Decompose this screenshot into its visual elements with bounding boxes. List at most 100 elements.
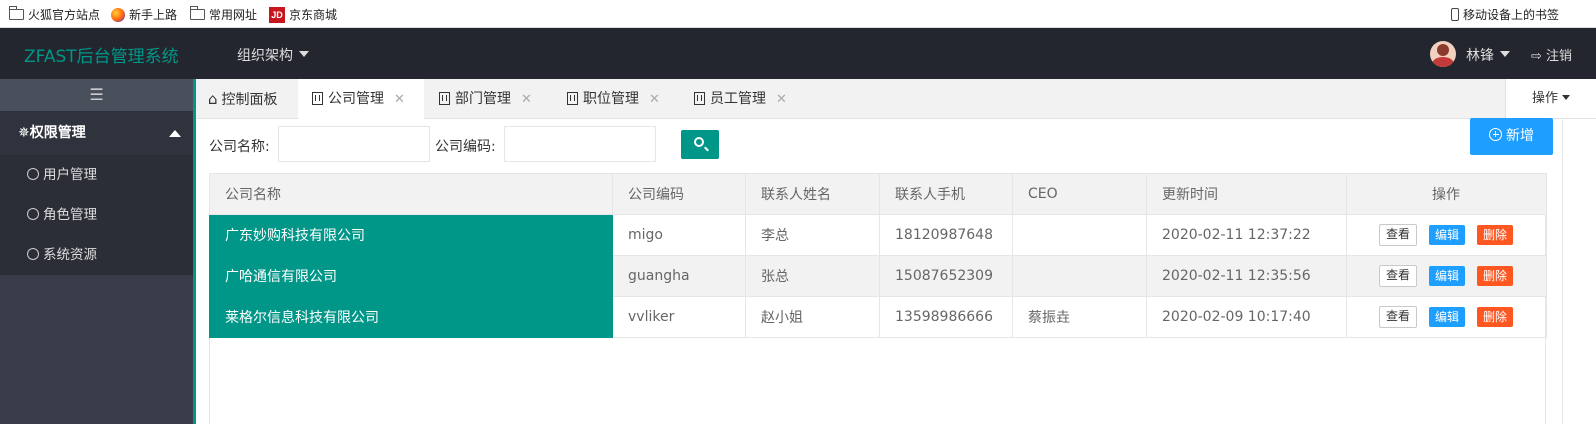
mobile-bookmarks[interactable]: 移动设备上的书签	[1451, 6, 1559, 23]
firefox-icon	[111, 7, 125, 22]
scrollbar[interactable]	[1562, 118, 1596, 424]
company-name-input[interactable]	[278, 126, 430, 162]
menu-toggle-icon[interactable]: ☰	[0, 79, 193, 111]
delete-button[interactable]: 删除	[1477, 225, 1514, 245]
view-button[interactable]: 查看	[1378, 265, 1417, 287]
company-code-input[interactable]	[504, 126, 656, 162]
company-name-label: 公司名称:	[209, 139, 270, 155]
tab-dashboard[interactable]: ⌂ 控制面板	[208, 79, 302, 119]
org-menu[interactable]: 组织架构	[237, 45, 309, 65]
company-name-cell: 莱格尔信息科技有限公司	[209, 296, 613, 338]
updated-time-cell: 2020-02-09 10:17:40	[1146, 296, 1347, 338]
bookmark-label: 常用网址	[209, 8, 258, 22]
contact-name-cell: 赵小姐	[745, 296, 880, 338]
folder-icon	[8, 6, 24, 20]
close-icon[interactable]: ✕	[521, 92, 532, 107]
tab-label: 部门管理	[455, 91, 511, 107]
column-header[interactable]: 联系人手机	[879, 173, 1013, 215]
chevron-up-icon	[169, 130, 181, 137]
company-code-cell: vvliker	[612, 296, 746, 338]
sidebar-submenu: 用户管理 角色管理 系统资源	[0, 155, 193, 275]
company-name-cell: 广哈通信有限公司	[209, 255, 613, 297]
user-name: 林锋	[1466, 48, 1494, 64]
ceo-cell	[1012, 214, 1147, 256]
company-code-cell: guangha	[612, 255, 746, 297]
contact-phone-cell: 18120987648	[879, 214, 1013, 256]
sidebar-item-label: 角色管理	[43, 207, 97, 223]
delete-button[interactable]: 删除	[1477, 266, 1514, 286]
smile-icon	[27, 248, 39, 260]
tab-label: 控制面板	[221, 92, 278, 108]
sidebar: ☰ ✵权限管理 用户管理 角色管理 系统资源	[0, 79, 196, 424]
bookmark-firefox-official[interactable]: 火狐官方站点	[8, 6, 101, 23]
table-row[interactable]: 广东妙购科技有限公司 migo 李总 18120987648 2020-02-1…	[209, 214, 1547, 256]
search-button[interactable]	[681, 130, 719, 159]
smile-icon	[27, 208, 39, 220]
contact-phone-cell: 13598986666	[879, 296, 1013, 338]
edit-button[interactable]: 编辑	[1428, 266, 1465, 286]
smile-icon	[27, 168, 39, 180]
ceo-cell	[1012, 255, 1147, 297]
tab-bar: ⌂ 控制面板 公司管理 ✕ 部门管理 ✕ 职位管理 ✕ 员工管理 ✕ 操作	[196, 79, 1596, 119]
user-menu[interactable]: 林锋	[1466, 45, 1510, 65]
column-header[interactable]: CEO	[1012, 173, 1147, 215]
bookmark-label: 火狐官方站点	[28, 8, 101, 22]
avatar[interactable]	[1430, 41, 1456, 67]
contact-name-cell: 李总	[745, 214, 880, 256]
tab-employee[interactable]: 员工管理 ✕	[694, 79, 787, 119]
tab-operations-menu[interactable]: 操作	[1505, 79, 1596, 118]
tab-label: 职位管理	[583, 91, 639, 107]
edit-button[interactable]: 编辑	[1428, 225, 1465, 245]
table-row[interactable]: 莱格尔信息科技有限公司 vvliker 赵小姐 13598986666 蔡振垚 …	[209, 296, 1547, 338]
chevron-down-icon	[299, 51, 309, 57]
search-icon	[694, 137, 704, 147]
building-icon	[312, 92, 323, 105]
tab-label: 公司管理	[328, 91, 384, 107]
add-button-label: 新增	[1506, 128, 1534, 144]
tab-company[interactable]: 公司管理 ✕	[298, 79, 424, 119]
app-logo[interactable]: ZFAST后台管理系统	[24, 42, 179, 67]
building-icon	[439, 92, 450, 105]
logout-button[interactable]: ⇨ 注销	[1531, 45, 1572, 64]
view-button[interactable]: 查看	[1378, 306, 1417, 328]
org-menu-label: 组织架构	[237, 48, 293, 64]
column-header[interactable]: 公司编码	[612, 173, 746, 215]
close-icon[interactable]: ✕	[649, 92, 660, 107]
company-code-label: 公司编码:	[435, 139, 496, 155]
bookmark-label: 京东商城	[289, 8, 338, 22]
table-row[interactable]: 广哈通信有限公司 guangha 张总 15087652309 2020-02-…	[209, 255, 1547, 297]
sidebar-item-roles[interactable]: 角色管理	[0, 195, 193, 235]
column-header[interactable]: 公司名称	[209, 173, 613, 215]
sidebar-item-users[interactable]: 用户管理	[0, 155, 193, 195]
actions-cell: 查看 编辑 删除	[1346, 255, 1547, 297]
column-header[interactable]: 联系人姓名	[745, 173, 880, 215]
bookmark-common-sites[interactable]: 常用网址	[189, 6, 258, 23]
bookmarks-bar: 火狐官方站点 新手上路 常用网址 JD 京东商城 移动设备上的书签	[0, 0, 1596, 28]
add-button[interactable]: 新增	[1470, 118, 1553, 155]
delete-button[interactable]: 删除	[1477, 307, 1514, 327]
column-header[interactable]: 更新时间	[1146, 173, 1347, 215]
close-icon[interactable]: ✕	[776, 92, 787, 107]
tab-department[interactable]: 部门管理 ✕	[439, 79, 532, 119]
contact-phone-cell: 15087652309	[879, 255, 1013, 297]
company-name-cell: 广东妙购科技有限公司	[209, 214, 613, 256]
tab-position[interactable]: 职位管理 ✕	[567, 79, 660, 119]
updated-time-cell: 2020-02-11 12:37:22	[1146, 214, 1347, 256]
chevron-down-icon	[1500, 51, 1510, 57]
company-code-cell: migo	[612, 214, 746, 256]
home-icon: ⌂	[208, 90, 218, 108]
sidebar-item-label: 用户管理	[43, 167, 97, 183]
sidebar-item-resources[interactable]: 系统资源	[0, 235, 193, 275]
table-header-row: 公司名称 公司编码 联系人姓名 联系人手机 CEO 更新时间 操作	[209, 173, 1547, 215]
tab-label: 员工管理	[710, 91, 766, 107]
close-icon[interactable]: ✕	[394, 92, 405, 107]
view-button[interactable]: 查看	[1378, 224, 1417, 246]
sidebar-item-label: 系统资源	[43, 247, 97, 263]
bookmark-getting-started[interactable]: 新手上路	[111, 6, 177, 23]
bookmark-jd[interactable]: JD 京东商城	[269, 6, 337, 23]
sidebar-group-permissions[interactable]: ✵权限管理	[0, 111, 193, 155]
phone-icon	[1451, 8, 1459, 21]
edit-button[interactable]: 编辑	[1428, 307, 1465, 327]
ceo-cell: 蔡振垚	[1012, 296, 1147, 338]
chevron-down-icon	[1562, 95, 1570, 100]
